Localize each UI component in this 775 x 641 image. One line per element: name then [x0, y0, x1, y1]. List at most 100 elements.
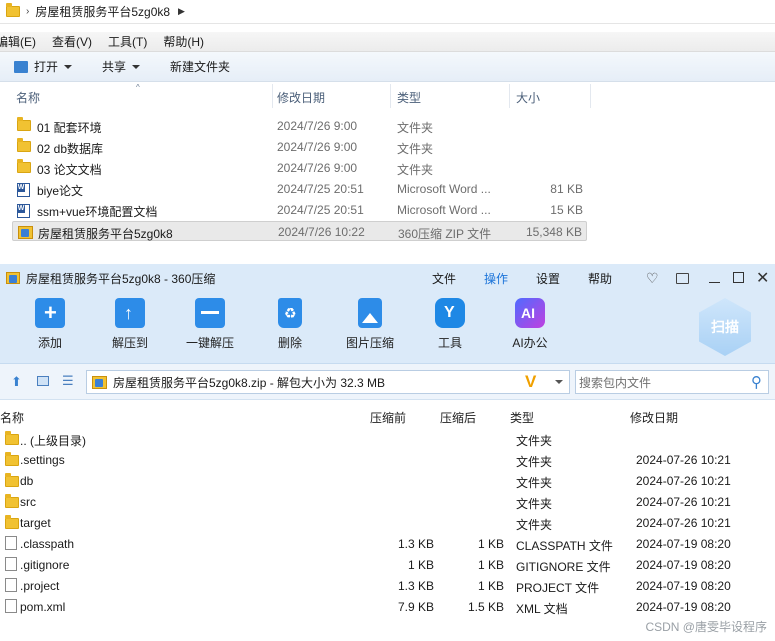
- word-icon: [17, 204, 30, 218]
- entry-after: 1 KB: [477, 537, 504, 551]
- menu-tools[interactable]: 工具(T): [108, 33, 147, 50]
- path-dropdown-icon[interactable]: [555, 380, 563, 384]
- folder-icon: [17, 117, 31, 131]
- file-row[interactable]: 03 论文文档 2024/7/26 9:00 文件夹: [12, 158, 587, 178]
- file-modified: 2024/7/25 20:51: [277, 182, 364, 196]
- thumbnail-view-icon[interactable]: [37, 376, 49, 386]
- add-button[interactable]: + 添加: [15, 298, 85, 351]
- breadcrumb-chevron-icon[interactable]: ▶: [178, 6, 185, 17]
- tools-icon: Y: [435, 298, 465, 328]
- delete-button[interactable]: ♻ 删除: [255, 298, 325, 351]
- file-row[interactable]: 02 db数据库 2024/7/26 9:00 文件夹: [12, 137, 587, 157]
- maximize-icon[interactable]: [733, 272, 744, 283]
- file-type: Microsoft Word ...: [397, 203, 491, 217]
- extract-to-icon: ↑: [115, 298, 145, 328]
- menu-help[interactable]: 帮助(H): [163, 33, 204, 50]
- entry-name: .. (上级目录): [20, 434, 86, 448]
- file-size: 15 KB: [550, 203, 583, 217]
- scan-label: 扫描: [711, 319, 739, 335]
- file-row[interactable]: ssm+vue环境配置文档 2024/7/25 20:51 Microsoft Wo…: [12, 200, 587, 220]
- file-icon: [5, 536, 17, 550]
- file-type: Microsoft Word ...: [397, 182, 491, 196]
- entry-name: src: [20, 495, 36, 509]
- menu-edit[interactable]: 编辑(E): [0, 33, 36, 50]
- zip-search-field[interactable]: 搜索包内文件 ⚲: [575, 370, 769, 394]
- folder-icon: [5, 515, 19, 529]
- search-placeholder: 搜索包内文件: [579, 375, 652, 390]
- zip-entry-row[interactable]: src 文件夹 2024-07-26 10:21: [0, 491, 775, 512]
- entry-before: 1.3 KB: [397, 537, 434, 551]
- entry-after: 1 KB: [477, 579, 504, 593]
- zip-path-field[interactable]: 房屋租赁服务平台5zg0k8.zip - 解包大小为 32.3 MB V: [86, 370, 570, 394]
- folder-icon: [5, 494, 19, 508]
- new-folder-button[interactable]: 新建文件夹: [170, 58, 230, 75]
- tools-label: 工具: [437, 336, 462, 350]
- zip-entry-row[interactable]: .project 1.3 KB 1 KB PROJECT 文件 2024-07-19 0…: [0, 575, 775, 596]
- one-click-extract-label: 一键解压: [185, 336, 234, 350]
- search-icon[interactable]: ⚲: [751, 373, 762, 391]
- zip-address-row: ⬆ ☰ 房屋租赁服务平台5zg0k8.zip - 解包大小为 32.3 MB V…: [0, 364, 775, 400]
- column-size[interactable]: 大小: [516, 89, 540, 106]
- share-button[interactable]: 共享: [102, 58, 141, 75]
- xml-file-icon: [5, 599, 17, 613]
- column-name[interactable]: 名称: [16, 89, 40, 106]
- entry-type: CLASSPATH 文件: [516, 539, 613, 553]
- zip-column-name[interactable]: 名称: [0, 409, 24, 426]
- ai-office-button[interactable]: AI AI办公: [495, 298, 565, 351]
- zip-entry-row[interactable]: .settings 文件夹 2024-07-26 10:21: [0, 449, 775, 470]
- zip-entry-row[interactable]: pom.xml 7.9 KB 1.5 KB XML 文档 2024-07-19 08:2…: [0, 596, 775, 617]
- file-row[interactable]: 01 配套环境 2024/7/26 9:00 文件夹: [12, 116, 587, 136]
- zip-entry-row[interactable]: .. (上级目录) 文件夹: [0, 428, 775, 449]
- scan-button[interactable]: 扫描: [699, 298, 751, 356]
- zip-menu-settings[interactable]: 设置: [536, 270, 560, 287]
- close-icon[interactable]: ✕: [756, 268, 769, 288]
- zip-entry-row[interactable]: .classpath 1.3 KB 1 KB CLASSPATH 文件 2024-07-…: [0, 533, 775, 554]
- zip-menu-file[interactable]: 文件: [432, 270, 456, 287]
- breadcrumb-separator-icon: ›: [26, 6, 30, 17]
- entry-before: 1.3 KB: [397, 579, 434, 593]
- folder-icon: [5, 452, 19, 466]
- ai-office-icon: AI: [515, 298, 545, 328]
- feedback-icon[interactable]: [676, 272, 689, 284]
- zip-column-after[interactable]: 压缩后: [440, 409, 476, 426]
- file-name: 02 db数据库: [37, 142, 104, 156]
- entry-name: target: [20, 516, 51, 530]
- file-row[interactable]: biye论文 2024/7/25 20:51 Microsoft Word ... 8…: [12, 179, 587, 199]
- image-compress-button[interactable]: 图片压缩: [335, 298, 405, 351]
- open-button[interactable]: 打开: [14, 58, 73, 75]
- up-arrow-icon[interactable]: ⬆: [11, 374, 22, 390]
- chevron-down-icon: [64, 64, 73, 69]
- address-bar[interactable]: › 房屋租赁服务平台5zg0k8 ▶: [0, 0, 775, 24]
- file-name: biye论文: [37, 184, 84, 198]
- entry-type: 文件夹: [516, 476, 553, 490]
- entry-name: .gitignore: [20, 558, 70, 572]
- list-view-icon[interactable]: ☰: [62, 373, 74, 389]
- add-label: 添加: [37, 336, 62, 350]
- zip-column-modified[interactable]: 修改日期: [630, 409, 678, 426]
- column-modified[interactable]: 修改日期: [277, 89, 325, 106]
- breadcrumb[interactable]: 房屋租赁服务平台5zg0k8: [35, 3, 170, 20]
- file-row[interactable]: 房屋租赁服务平台5zg0k8 2024/7/26 10:22 360压缩 ZIP 文…: [12, 221, 587, 241]
- zip-entry-row[interactable]: .gitignore 1 KB 1 KB GITIGNORE 文件 2024-07-19…: [0, 554, 775, 575]
- file-name: 01 配套环境: [37, 121, 102, 135]
- new-folder-label: 新建文件夹: [170, 60, 231, 74]
- chevron-down-icon: [132, 64, 141, 69]
- entry-type: 文件夹: [516, 497, 553, 511]
- zip-menu-help[interactable]: 帮助: [588, 270, 612, 287]
- zip-entry-row[interactable]: target 文件夹 2024-07-26 10:21: [0, 512, 775, 533]
- zip-column-type[interactable]: 类型: [510, 409, 534, 426]
- zip-menu-operate[interactable]: 操作: [484, 270, 508, 287]
- zip-entry-row[interactable]: db 文件夹 2024-07-26 10:21: [0, 470, 775, 491]
- one-click-extract-button[interactable]: 一键解压: [175, 298, 245, 351]
- minimize-icon[interactable]: [709, 282, 720, 283]
- column-type[interactable]: 类型: [397, 89, 421, 106]
- one-click-extract-icon: [195, 298, 225, 328]
- zip-column-before[interactable]: 压缩前: [370, 409, 406, 426]
- entry-modified: 2024-07-19 08:20: [636, 600, 731, 614]
- tools-button[interactable]: Y 工具: [415, 298, 485, 351]
- menu-view[interactable]: 查看(V): [52, 33, 92, 50]
- zip-title-bar: 房屋租赁服务平台5zg0k8 - 360压缩 文件 操作 设置 帮助 ♡ ✕: [0, 264, 775, 292]
- file-name: 房屋租赁服务平台5zg0k8: [38, 227, 173, 241]
- extract-to-button[interactable]: ↑ 解压到: [95, 298, 165, 351]
- skin-icon[interactable]: ♡: [646, 270, 659, 287]
